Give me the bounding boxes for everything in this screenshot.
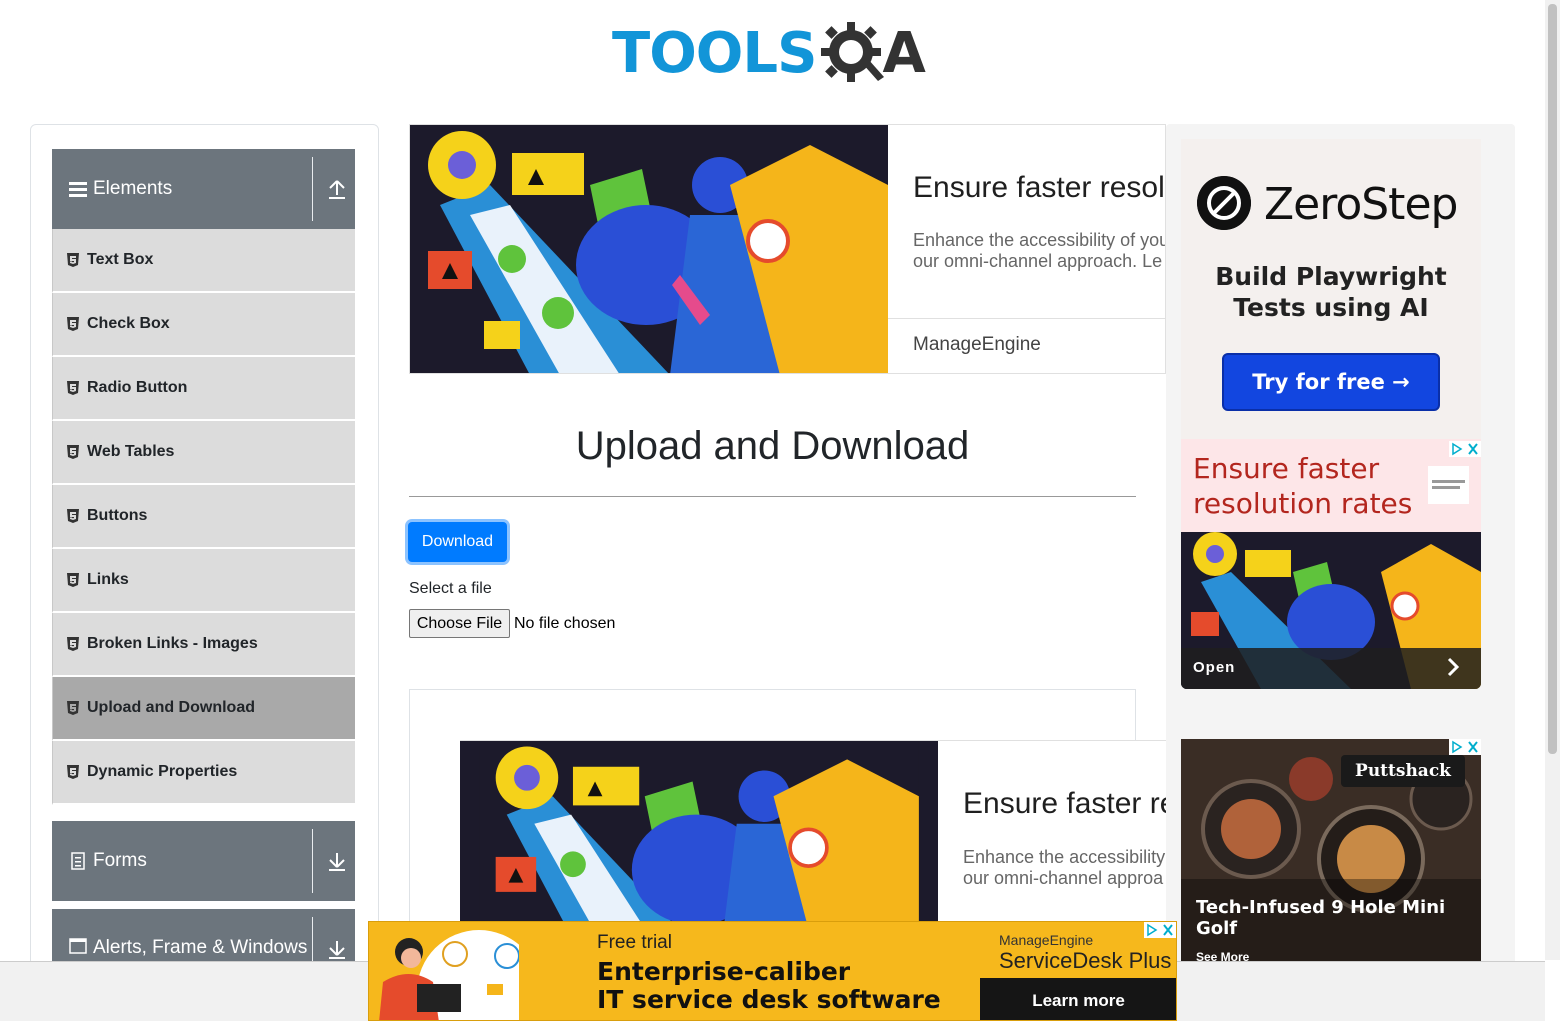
- group-title: Alerts, Frame & Windows: [93, 937, 308, 958]
- html5-icon: [67, 765, 79, 779]
- menu-item-label: Buttons: [87, 507, 148, 524]
- banner-ad-top[interactable]: Ensure faster resolu Enhance the accessi…: [409, 124, 1166, 374]
- menu-item-check-box[interactable]: Check Box: [52, 293, 355, 357]
- puttshack-logo: Puttshack: [1341, 755, 1465, 787]
- menu-item-radio-button[interactable]: Radio Button: [52, 357, 355, 421]
- bottom-banner-ad[interactable]: Free trial Enterprise-caliber IT service…: [368, 921, 1177, 1021]
- puttshack-headline: Tech-Infused 9 Hole Mini Golf: [1196, 897, 1446, 939]
- zerostep-logo-icon: [1197, 176, 1251, 230]
- menu-item-label: Web Tables: [87, 443, 175, 460]
- ad-separator: [888, 318, 1165, 319]
- adchoices-icon[interactable]: [1449, 441, 1481, 457]
- page-scrollbar[interactable]: [1545, 0, 1560, 960]
- scrollbar-thumb[interactable]: [1548, 4, 1557, 754]
- window-icon: [69, 938, 87, 954]
- ad-body-line1: Enhance the accessibility: [963, 847, 1166, 867]
- group-header-alerts[interactable]: Alerts, Frame & Windows: [52, 909, 355, 961]
- try-for-free-button[interactable]: Try for free →: [1222, 353, 1440, 411]
- menu-item-text-box[interactable]: Text Box: [52, 229, 355, 293]
- ad-brand-large: ServiceDesk Plus: [999, 948, 1172, 973]
- ad-eyebrow: Free trial: [597, 932, 672, 953]
- zerostep-ad[interactable]: ZeroStep Build Playwright Tests using AI…: [1181, 139, 1481, 439]
- file-input-label: Select a file: [409, 580, 492, 597]
- menu-item-web-tables[interactable]: Web Tables: [52, 421, 355, 485]
- puttshack-ad[interactable]: Puttshack Tech-Infused 9 Hole Mini Golf …: [1181, 739, 1481, 961]
- open-link[interactable]: Open: [1193, 659, 1235, 676]
- html5-icon: [67, 701, 79, 715]
- gear-icon: [821, 22, 885, 82]
- ad-headline: Ensure faster resolu: [913, 171, 1166, 204]
- divider: [312, 157, 313, 221]
- menu-item-broken-links[interactable]: Broken Links - Images: [52, 613, 355, 677]
- html5-icon: [67, 637, 79, 651]
- collapse-icon[interactable]: [327, 179, 347, 201]
- learn-more-button[interactable]: Learn more: [980, 978, 1176, 1020]
- ad-brand: ManageEngine: [913, 334, 1041, 355]
- menu-item-label: Radio Button: [87, 379, 188, 396]
- menu-item-buttons[interactable]: Buttons: [52, 485, 355, 549]
- menu-item-label: Dynamic Properties: [87, 763, 238, 780]
- logo-text: TOOLS: [612, 21, 817, 86]
- zerostep-tagline: Build Playwright Tests using AI: [1181, 261, 1481, 323]
- ad-header: Ensure faster resolution rates: [1181, 439, 1481, 532]
- ad-brand-small: ManageEngine: [999, 932, 1094, 948]
- group-header-elements[interactable]: Elements: [52, 149, 355, 229]
- html5-icon: [67, 445, 79, 459]
- ad-body-line2: our omni-channel approa: [963, 868, 1164, 888]
- html5-icon: [67, 253, 79, 267]
- ad-title: Ensure faster resolution rates: [1193, 451, 1412, 521]
- tagline-line1: Build Playwright: [1215, 262, 1447, 291]
- file-status-text: No file chosen: [514, 614, 616, 632]
- ad-title-line1: Ensure faster: [1193, 452, 1380, 485]
- servicedesk-logo-icon: [1428, 466, 1469, 504]
- menu-item-links[interactable]: Links: [52, 549, 355, 613]
- ad-headline: Ensure faster re: [963, 787, 1166, 820]
- menu-item-label: Upload and Download: [87, 699, 255, 716]
- menu-item-upload-download[interactable]: Upload and Download: [52, 677, 355, 741]
- chevron-right-icon: [1447, 657, 1460, 677]
- html5-icon: [67, 509, 79, 523]
- see-more-link[interactable]: See More: [1196, 950, 1249, 961]
- ad-line2: IT service desk software: [597, 985, 941, 1014]
- group-title: Forms: [93, 850, 147, 871]
- adchoices-icon[interactable]: [1144, 922, 1176, 938]
- menu-icon: [69, 182, 87, 197]
- zerostep-brand: ZeroStep: [1264, 179, 1458, 230]
- group-header-forms[interactable]: Forms: [52, 821, 355, 901]
- elements-menu: Text Box Check Box Radio Button Web Tabl…: [52, 229, 355, 805]
- page-title: Upload and Download: [575, 424, 970, 468]
- logo-text-a: A: [882, 21, 926, 86]
- divider: [312, 917, 313, 961]
- menu-item-label: Text Box: [87, 251, 154, 268]
- choose-file-button[interactable]: Choose File: [409, 609, 510, 638]
- html5-icon: [67, 317, 79, 331]
- left-panel: Elements Text Box Check Box Radio Button…: [30, 124, 379, 984]
- expand-icon[interactable]: [327, 851, 347, 873]
- adchoices-icon[interactable]: [1449, 739, 1481, 755]
- menu-item-label: Broken Links - Images: [87, 635, 258, 652]
- download-button[interactable]: Download: [408, 522, 507, 562]
- toolsqa-logo[interactable]: TOOLS A: [612, 14, 938, 94]
- group-title: Elements: [93, 178, 173, 199]
- menu-item-label: Links: [87, 571, 129, 588]
- expand-icon[interactable]: [327, 939, 347, 961]
- manageengine-side-ad[interactable]: Ensure faster resolution rates Open: [1181, 439, 1481, 689]
- title-divider: [409, 496, 1136, 497]
- menu-item-dynamic-properties[interactable]: Dynamic Properties: [52, 741, 355, 805]
- ad-illustration: [410, 125, 888, 373]
- html5-icon: [67, 381, 79, 395]
- tagline-line2: Tests using AI: [1233, 293, 1429, 322]
- html5-icon: [67, 573, 79, 587]
- ad-body-line2: our omni-channel approach. Le: [913, 251, 1163, 271]
- ad-body-line1: Enhance the accessibility of you: [913, 230, 1166, 250]
- ad-line1: Enterprise-caliber: [597, 957, 851, 986]
- ad-title-line2: resolution rates: [1193, 487, 1413, 520]
- document-icon: [71, 852, 85, 870]
- divider: [312, 829, 313, 893]
- ad-person-illustration: [379, 930, 519, 1020]
- menu-item-label: Check Box: [87, 315, 170, 332]
- file-upload-input[interactable]: Choose File No file chosen: [409, 609, 615, 638]
